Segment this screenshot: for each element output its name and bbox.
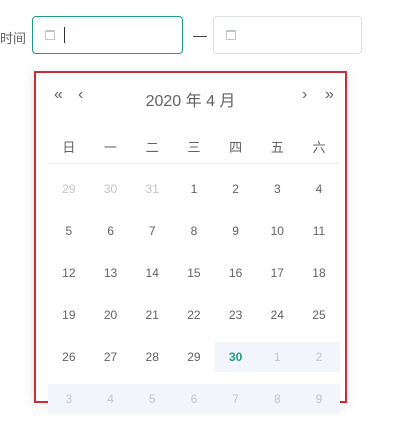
- calendar-day-cell[interactable]: 15: [173, 258, 215, 288]
- calendar-day-cell[interactable]: 12: [48, 258, 90, 288]
- start-date-input[interactable]: [32, 16, 183, 54]
- calendar-day-cell[interactable]: 29: [48, 174, 90, 204]
- calendar-day-cell[interactable]: 19: [48, 300, 90, 330]
- calendar-day-cell[interactable]: 31: [131, 174, 173, 204]
- calendar-day-cell[interactable]: 21: [131, 300, 173, 330]
- calendar-day-cell[interactable]: 29: [173, 342, 215, 372]
- calendar-day-cell[interactable]: 22: [173, 300, 215, 330]
- calendar-grid: 日一二三四五六 29 30 31 1 2 3 4 5 6 7 8 9 10 11 12 13 14 15 16 17 1…: [48, 133, 340, 420]
- calendar-day-cell[interactable]: 8: [173, 216, 215, 246]
- calendar-day-cell[interactable]: 24: [256, 300, 298, 330]
- calendar-day-cell[interactable]: 1: [256, 342, 299, 372]
- text-cursor: [64, 27, 65, 43]
- calendar-day-cell[interactable]: 20: [90, 300, 132, 330]
- calendar-day-cell[interactable]: 10: [256, 216, 298, 246]
- calendar-icon: [226, 30, 236, 40]
- calendar-day-cell[interactable]: 4: [298, 174, 340, 204]
- calendar-day-cell[interactable]: 13: [90, 258, 132, 288]
- calendar-day-cell[interactable]: 17: [256, 258, 298, 288]
- calendar-day-cell[interactable]: 16: [215, 258, 257, 288]
- weekday-label: 二: [145, 140, 159, 155]
- calendar-icon: [45, 30, 55, 40]
- weekday-label: 日: [62, 140, 76, 155]
- calendar-week-row: 26 27 28 29 30 1 2: [48, 336, 340, 378]
- calendar-day-cell[interactable]: 27: [90, 342, 132, 372]
- weekday-label: 五: [270, 140, 284, 155]
- calendar-title: 2020 年 4 月: [145, 93, 236, 110]
- calendar-day-cell[interactable]: 2: [298, 342, 340, 372]
- calendar-day-cell[interactable]: 18: [298, 258, 340, 288]
- weekday-header: 日一二三四五六: [48, 133, 340, 164]
- range-separator: —: [193, 27, 207, 43]
- calendar-day-cell[interactable]: 9: [298, 384, 340, 414]
- calendar-week-row: 12 13 14 15 16 17 18: [48, 252, 340, 294]
- calendar-day-cell[interactable]: 9: [215, 216, 257, 246]
- next-month-button[interactable]: ›: [302, 87, 307, 103]
- calendar-day-cell[interactable]: 6: [90, 216, 132, 246]
- calendar-day-cell[interactable]: 25: [298, 300, 340, 330]
- time-label: 时间: [0, 31, 27, 46]
- weekday-label: 一: [104, 140, 118, 155]
- calendar-week-row: 3456789: [48, 378, 340, 420]
- calendar-day-cell[interactable]: 7: [131, 216, 173, 246]
- calendar-day-cell[interactable]: 30: [214, 342, 257, 372]
- date-picker-panel: « ‹ 2020 年 4 月 › » 日一二三四五六 29 30 31 1 2 3 4 5 6 7…: [34, 71, 347, 414]
- calendar-day-cell[interactable]: 3: [256, 174, 298, 204]
- calendar-day-cell[interactable]: 5: [131, 384, 174, 414]
- calendar-day-cell[interactable]: 23: [215, 300, 257, 330]
- weekday-label: 四: [229, 140, 243, 155]
- next-year-button[interactable]: »: [325, 87, 334, 103]
- calendar-day-cell[interactable]: 5: [48, 216, 90, 246]
- end-date-input[interactable]: [213, 16, 362, 54]
- calendar-day-cell[interactable]: 8: [256, 384, 299, 414]
- calendar-day-cell[interactable]: 3: [48, 384, 90, 414]
- weekday-label: 三: [187, 140, 201, 155]
- calendar-week-row: 5 6 7 8 9 10 11: [48, 210, 340, 252]
- calendar-day-cell[interactable]: 2: [215, 174, 257, 204]
- calendar-day-cell[interactable]: 30: [90, 174, 132, 204]
- calendar-day-cell[interactable]: 26: [48, 342, 90, 372]
- calendar-day-cell[interactable]: 14: [131, 258, 173, 288]
- calendar-day-cell[interactable]: 11: [298, 216, 340, 246]
- calendar-week-row: 29 30 31 1 2 3 4: [48, 168, 340, 210]
- calendar-day-cell[interactable]: 7: [214, 384, 257, 414]
- calendar-day-cell[interactable]: 4: [89, 384, 132, 414]
- weekday-label: 六: [312, 140, 326, 155]
- calendar-day-cell[interactable]: 6: [173, 384, 215, 414]
- calendar-week-row: 19 20 21 22 23 24 25: [48, 294, 340, 336]
- calendar-day-cell[interactable]: 28: [131, 342, 173, 372]
- calendar-day-cell[interactable]: 1: [173, 174, 215, 204]
